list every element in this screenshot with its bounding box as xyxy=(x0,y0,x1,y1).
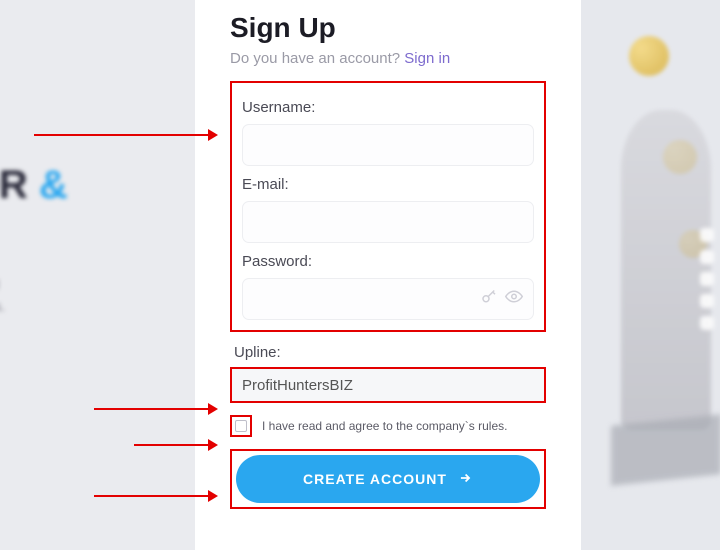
username-label: Username: xyxy=(242,99,534,116)
social-icon[interactable] xyxy=(700,316,714,330)
annotated-button-box: CREATE ACCOUNT xyxy=(230,449,546,509)
agree-text: I have read and agree to the company`s r… xyxy=(262,419,507,433)
blocks-illustration xyxy=(611,414,720,486)
bg-paragraph: ortlessly with leading , and 9+ more ass… xyxy=(0,271,68,319)
coin-icon xyxy=(629,36,669,76)
bg-text-line1: - xyxy=(0,120,68,165)
social-icon[interactable] xyxy=(700,250,714,264)
email-label: E-mail: xyxy=(242,176,534,193)
bg-text-line3: COINS xyxy=(0,206,68,251)
arrow-right-icon xyxy=(457,471,473,488)
social-icon[interactable] xyxy=(700,272,714,286)
annotated-form-box: Username: E-mail: Password: xyxy=(230,81,546,332)
page-title: Sign Up xyxy=(230,12,546,44)
annotated-upline-box xyxy=(230,367,546,403)
agree-checkbox[interactable] xyxy=(235,420,247,432)
social-icon[interactable] xyxy=(700,228,714,242)
key-icon[interactable] xyxy=(480,288,498,311)
username-input[interactable] xyxy=(242,124,534,166)
eye-icon[interactable] xyxy=(504,288,524,311)
signup-modal: Sign Up Do you have an account? Sign in … xyxy=(196,0,580,550)
social-icons-column xyxy=(700,220,714,338)
social-icon[interactable] xyxy=(700,294,714,308)
background-right xyxy=(581,0,720,550)
create-account-button[interactable]: CREATE ACCOUNT xyxy=(236,455,540,503)
bg-text-line2: RM FOR & xyxy=(0,163,68,208)
sign-in-link[interactable]: Sign in xyxy=(404,50,450,67)
create-account-label: CREATE ACCOUNT xyxy=(303,471,447,487)
annotation-arrow-1 xyxy=(34,134,216,136)
background-left: - RM FOR & COINS ortlessly with leading … xyxy=(0,0,195,550)
email-input[interactable] xyxy=(242,201,534,243)
agree-row: I have read and agree to the company`s r… xyxy=(230,415,546,437)
upline-label: Upline: xyxy=(234,344,546,361)
annotated-checkbox-box xyxy=(230,415,252,437)
password-label: Password: xyxy=(242,253,534,270)
annotation-arrow-2 xyxy=(94,408,216,410)
annotation-arrow-3 xyxy=(134,444,216,446)
upline-input[interactable] xyxy=(232,369,544,401)
annotation-arrow-4 xyxy=(94,495,216,497)
subtitle: Do you have an account? Sign in xyxy=(230,50,546,67)
figure-illustration xyxy=(621,110,711,430)
